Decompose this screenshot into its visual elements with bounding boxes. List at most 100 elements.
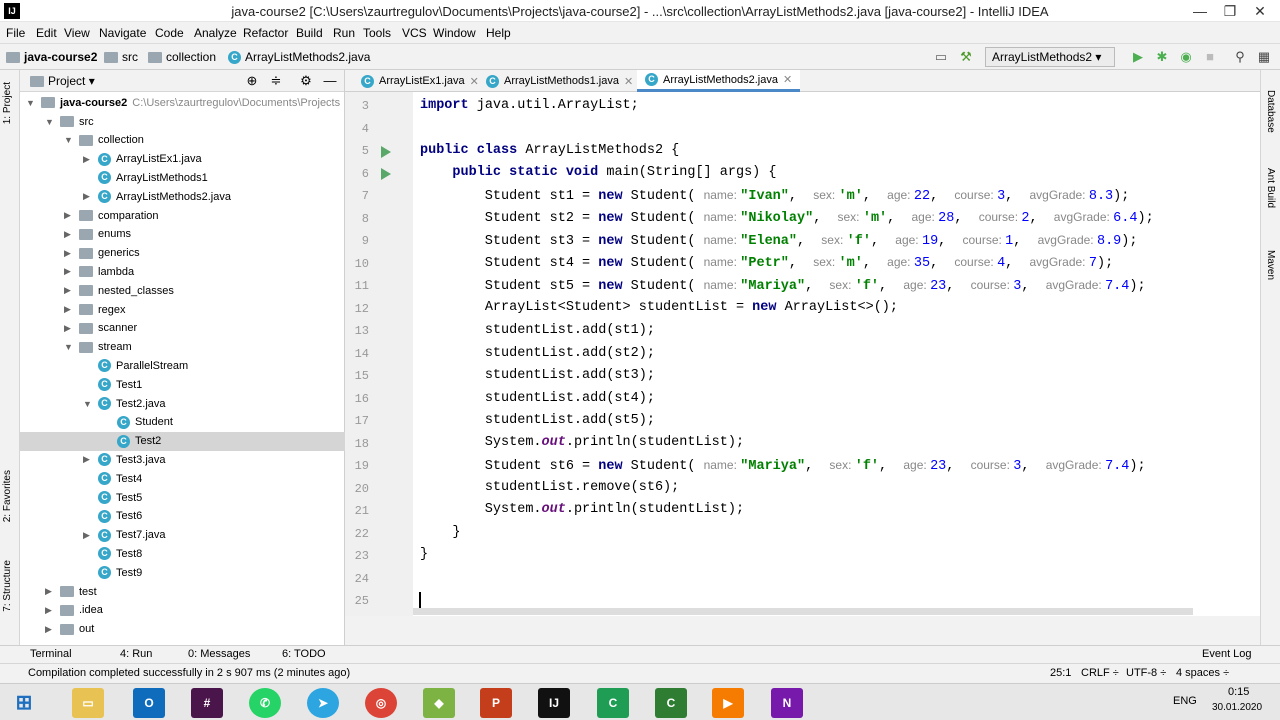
messages-tab[interactable]: 0: Messages bbox=[188, 648, 250, 660]
tree-item[interactable]: ▶ regex bbox=[64, 300, 126, 319]
menu-tools[interactable]: Tools bbox=[363, 26, 391, 40]
windows-start-icon[interactable]: ⊞ bbox=[8, 688, 40, 718]
chevron-down-icon[interactable]: ▼ bbox=[64, 135, 74, 145]
settings-icon[interactable]: ▦ bbox=[1256, 49, 1272, 65]
coverage-icon[interactable]: ◉ bbox=[1178, 49, 1194, 65]
tree-item[interactable]: C Test4 bbox=[83, 469, 142, 488]
tree-item[interactable]: ▶ C ArrayListEx1.java bbox=[83, 150, 202, 169]
tree-item[interactable]: C Test6 bbox=[83, 507, 142, 526]
media-icon[interactable]: ▶ bbox=[712, 688, 744, 718]
language-indicator[interactable]: ENG bbox=[1173, 695, 1197, 707]
chevron-right-icon[interactable]: ▶ bbox=[64, 266, 74, 277]
tree-item[interactable]: C Test9 bbox=[83, 563, 142, 582]
app-icon[interactable]: ◆ bbox=[423, 688, 455, 718]
menu-run[interactable]: Run bbox=[333, 26, 355, 40]
tree-item[interactable]: C Test1 bbox=[83, 375, 142, 394]
run-class-icon[interactable] bbox=[381, 146, 391, 158]
horizontal-scrollbar[interactable] bbox=[413, 608, 1193, 615]
code-editor[interactable]: import java.util.ArrayList; public class… bbox=[413, 92, 1260, 616]
tree-item[interactable]: ▶ nested_classes bbox=[64, 281, 174, 300]
tree-item[interactable]: ▶ comparation bbox=[64, 206, 159, 225]
tab-arraylistex1[interactable]: C ArrayListEx1.java ✕ bbox=[353, 70, 487, 92]
chevron-right-icon[interactable]: ▶ bbox=[83, 154, 93, 165]
breadcrumb-file[interactable]: C ArrayListMethods2.java bbox=[228, 50, 370, 64]
tree-item[interactable]: ▶ enums bbox=[64, 225, 131, 244]
tree-item[interactable]: ▶ generics bbox=[64, 244, 140, 263]
tree-item[interactable]: ▶ C Test7.java bbox=[83, 526, 166, 545]
breadcrumb-src[interactable]: src bbox=[104, 50, 138, 64]
menu-build[interactable]: Build bbox=[296, 26, 323, 40]
menu-file[interactable]: File bbox=[6, 26, 25, 40]
chrome-icon[interactable]: ◎ bbox=[365, 688, 397, 718]
close-icon[interactable]: ✕ bbox=[624, 75, 633, 88]
database-tool-label[interactable]: Database bbox=[1265, 90, 1276, 133]
caret-position[interactable]: 25:1 bbox=[1050, 667, 1071, 679]
tree-item[interactable]: C Test5 bbox=[83, 488, 142, 507]
tree-item[interactable]: C Test2 bbox=[20, 431, 345, 451]
tree-item[interactable]: ▶ .idea bbox=[45, 601, 103, 620]
event-log-tab[interactable]: Event Log bbox=[1202, 648, 1252, 660]
menu-navigate[interactable]: Navigate bbox=[99, 26, 146, 40]
breadcrumb-collection[interactable]: collection bbox=[148, 50, 216, 64]
tree-item[interactable]: ▼ collection bbox=[64, 131, 144, 150]
chevron-right-icon[interactable]: ▶ bbox=[45, 586, 55, 597]
hide-icon[interactable]: — bbox=[322, 73, 338, 89]
chevron-right-icon[interactable]: ▶ bbox=[83, 530, 93, 541]
tree-root[interactable]: ▼ java-course2 C:\Users\zaurtregulov\Doc… bbox=[26, 93, 340, 112]
chevron-right-icon[interactable]: ▶ bbox=[64, 248, 74, 259]
minimize-button[interactable]: — bbox=[1185, 0, 1215, 22]
structure-tool-label[interactable]: 7: Structure bbox=[2, 560, 13, 612]
chevron-right-icon[interactable]: ▶ bbox=[64, 285, 74, 296]
gear-icon[interactable]: ⚙ bbox=[298, 73, 314, 89]
tree-item[interactable]: C ArrayListMethods1 bbox=[83, 168, 208, 187]
tree-item[interactable]: C ParallelStream bbox=[83, 356, 188, 375]
maven-tool-label[interactable]: Maven bbox=[1265, 250, 1276, 280]
close-icon[interactable]: ✕ bbox=[783, 73, 792, 86]
indent-setting[interactable]: 4 spaces ÷ bbox=[1176, 667, 1229, 679]
tree-item[interactable]: ▶ scanner bbox=[64, 319, 137, 338]
camtasia-icon[interactable]: C bbox=[597, 688, 629, 718]
maximize-button[interactable]: ❐ bbox=[1215, 0, 1245, 22]
intellij-taskbar-icon[interactable]: IJ bbox=[538, 688, 570, 718]
menu-refactor[interactable]: Refactor bbox=[243, 26, 288, 40]
tree-item[interactable]: C Student bbox=[102, 413, 173, 432]
tree-item[interactable]: ▶ lambda bbox=[64, 262, 134, 281]
tab-arraylistmethods2[interactable]: C ArrayListMethods2.java ✕ bbox=[637, 70, 801, 92]
project-panel-title[interactable]: Project ▾ bbox=[48, 74, 95, 88]
menu-edit[interactable]: Edit bbox=[36, 26, 57, 40]
chevron-right-icon[interactable]: ▶ bbox=[64, 304, 74, 315]
ant-build-tool-label[interactable]: Ant Build bbox=[1265, 168, 1276, 208]
tab-arraylistmethods1[interactable]: C ArrayListMethods1.java ✕ bbox=[478, 70, 641, 92]
chevron-right-icon[interactable]: ▶ bbox=[83, 454, 93, 465]
whatsapp-icon[interactable]: ✆ bbox=[249, 688, 281, 718]
tree-item[interactable]: ▶ test bbox=[45, 582, 97, 601]
tree-item[interactable]: C Test8 bbox=[83, 544, 142, 563]
chevron-right-icon[interactable]: ▶ bbox=[64, 210, 74, 221]
chevron-down-icon[interactable]: ▼ bbox=[64, 342, 74, 352]
tree-item[interactable]: ▼ stream bbox=[64, 338, 132, 357]
menu-analyze[interactable]: Analyze bbox=[194, 26, 237, 40]
terminal-tab[interactable]: Terminal bbox=[30, 648, 72, 660]
menu-vcs[interactable]: VCS bbox=[402, 26, 427, 40]
tree-item[interactable]: ▼ C Test2.java bbox=[83, 394, 166, 413]
camtasia-recorder-icon[interactable]: C bbox=[655, 688, 687, 718]
tree-item[interactable]: ▶ out bbox=[45, 620, 94, 639]
breadcrumb-project[interactable]: java-course2 bbox=[6, 50, 97, 64]
debug-icon[interactable]: ✱ bbox=[1154, 49, 1170, 65]
locate-icon[interactable]: ⊕ bbox=[244, 73, 260, 89]
menu-view[interactable]: View bbox=[64, 26, 90, 40]
chevron-right-icon[interactable]: ▶ bbox=[64, 229, 74, 240]
run-main-icon[interactable] bbox=[381, 168, 391, 180]
menu-code[interactable]: Code bbox=[155, 26, 184, 40]
chevron-right-icon[interactable]: ▶ bbox=[83, 191, 93, 202]
run-tab[interactable]: 4: Run bbox=[120, 648, 152, 660]
run-configuration-select[interactable]: ArrayListMethods2 ▾ bbox=[985, 47, 1115, 67]
outlook-icon[interactable]: O bbox=[133, 688, 165, 718]
file-explorer-icon[interactable]: ▭ bbox=[72, 688, 104, 718]
chevron-down-icon[interactable]: ▼ bbox=[45, 117, 55, 127]
file-encoding[interactable]: UTF-8 ÷ bbox=[1126, 667, 1166, 679]
telegram-icon[interactable]: ➤ bbox=[307, 688, 339, 718]
chevron-right-icon[interactable]: ▶ bbox=[64, 323, 74, 334]
close-button[interactable]: ✕ bbox=[1245, 0, 1275, 22]
chevron-right-icon[interactable]: ▶ bbox=[45, 624, 55, 635]
